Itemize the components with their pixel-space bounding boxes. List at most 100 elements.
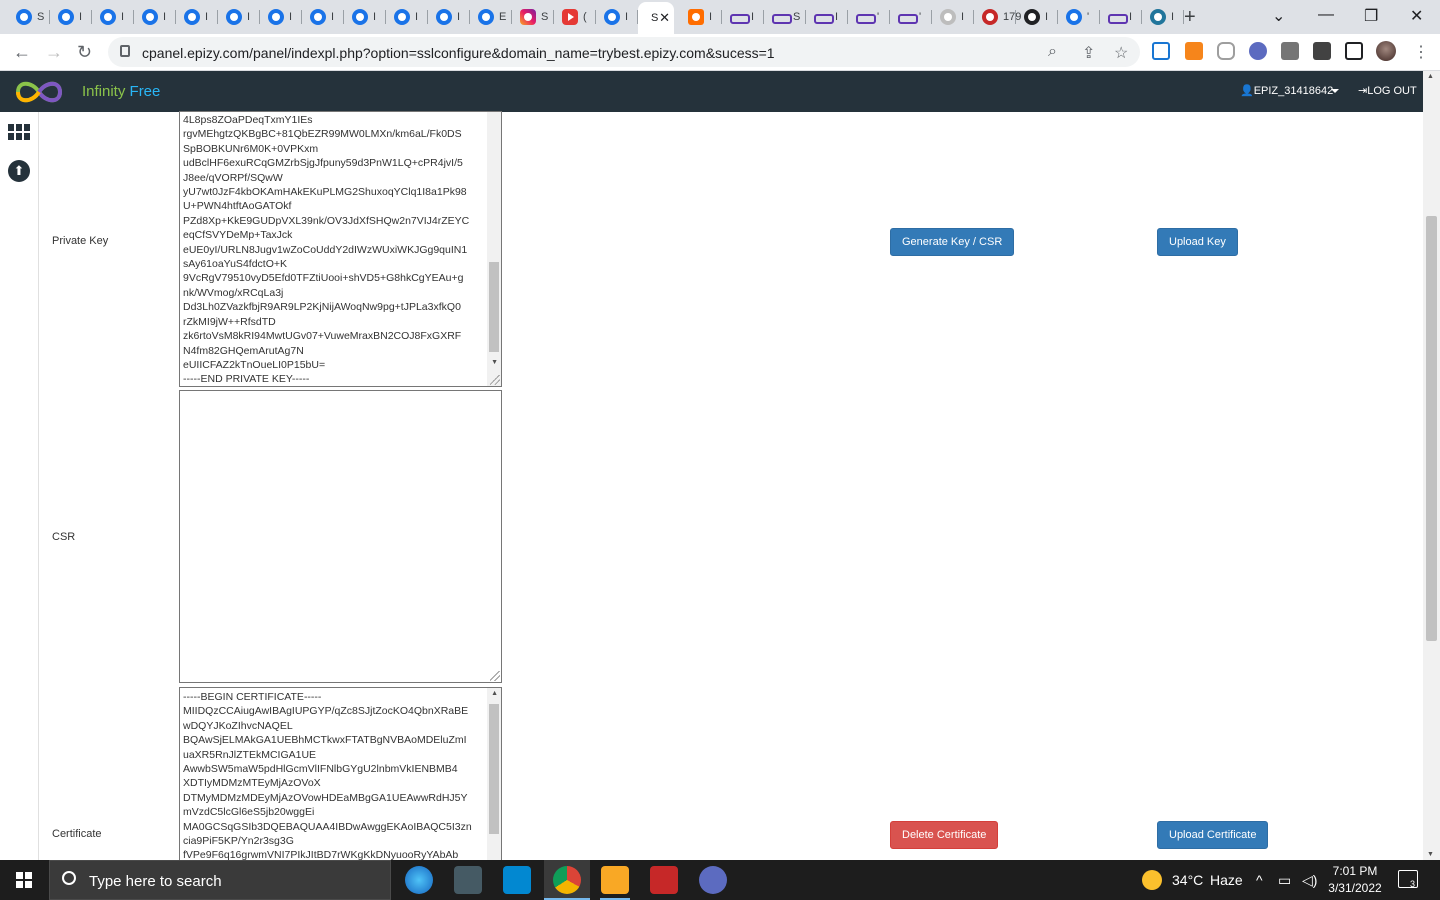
generate-key-csr-button[interactable]: Generate Key / CSR [890, 228, 1015, 256]
browser-tab[interactable]: I [1016, 4, 1058, 30]
extension-n-icon[interactable] [1152, 42, 1170, 60]
certificate-scrollbar[interactable]: ▲ [487, 688, 501, 860]
infinity-logo-icon[interactable] [12, 79, 66, 105]
forward-icon[interactable]: → [45, 42, 63, 63]
new-tab-button[interactable]: + [1184, 6, 1196, 29]
address-bar[interactable]: cpanel.epizy.com/panel/indexpl.php?optio… [108, 37, 1140, 67]
private-key-scrollbar[interactable]: ▼ [487, 112, 501, 386]
close-tab-icon[interactable]: ✕ [659, 10, 670, 26]
youtube-icon [562, 9, 578, 25]
browser-tab[interactable]: I [596, 4, 638, 30]
share-icon[interactable]: ⇪ [1082, 43, 1095, 63]
tray-chevron-icon[interactable]: ^ [1256, 872, 1263, 888]
back-icon[interactable]: ← [13, 42, 31, 63]
browser-tab[interactable]: ' [1058, 4, 1100, 30]
tab-search-icon[interactable]: ⌄ [1272, 6, 1285, 26]
browser-tab[interactable]: I [386, 4, 428, 30]
url-text[interactable]: cpanel.epizy.com/panel/indexpl.php?optio… [142, 45, 775, 61]
resize-handle[interactable] [490, 375, 500, 385]
extension-dots-icon[interactable] [1249, 42, 1267, 60]
certificate-textarea[interactable]: -----BEGIN CERTIFICATE----- MIIDQzCCAiug… [179, 687, 502, 860]
notification-center-icon[interactable]: 3 [1398, 870, 1418, 889]
browser-tab[interactable]: S [8, 4, 50, 30]
taskbar-search[interactable]: Type here to search [49, 860, 391, 900]
browser-tab[interactable]: I [722, 4, 764, 30]
browser-tab[interactable]: I [134, 4, 176, 30]
private-key-textarea[interactable]: 4L8ps8ZOaPDeqTxmY1IEs rgvMEhgtzQKBgBC+81… [179, 111, 502, 387]
browser-tab[interactable]: I [260, 4, 302, 30]
side-panel-icon[interactable] [1345, 42, 1363, 60]
volume-icon[interactable]: ◁) [1302, 872, 1317, 889]
browser-tab[interactable]: S ✕ [638, 2, 674, 34]
restore-button[interactable]: ❐ [1364, 6, 1378, 26]
page-scrollbar-thumb[interactable] [1426, 216, 1437, 641]
upload-key-button[interactable]: Upload Key [1157, 228, 1238, 256]
browser-tab[interactable]: I [344, 4, 386, 30]
private-key-label: Private Key [52, 235, 109, 247]
apps-grid-icon[interactable] [8, 124, 30, 140]
weather-temp[interactable]: 34°C [1172, 872, 1203, 888]
browser-tab[interactable]: ' [890, 4, 932, 30]
browser-tab[interactable]: S [764, 4, 806, 30]
logout-link[interactable]: ⇥LOG OUT [1358, 84, 1417, 97]
weather-icon[interactable] [1142, 870, 1162, 890]
upload-certificate-button[interactable]: Upload Certificate [1157, 821, 1269, 849]
tab-title: ( [583, 11, 587, 23]
user-menu[interactable]: 👤EPIZ_31418642 [1240, 84, 1333, 97]
brand-name[interactable]: Infinity Free [82, 83, 160, 100]
delete-certificate-button[interactable]: Delete Certificate [890, 821, 999, 849]
profile-avatar[interactable] [1376, 41, 1396, 61]
minimize-button[interactable]: — [1318, 6, 1334, 24]
shield-extension-icon[interactable] [1217, 42, 1235, 60]
csr-textarea[interactable] [179, 390, 502, 683]
browser-tab[interactable]: I [50, 4, 92, 30]
file-explorer-icon[interactable] [601, 866, 629, 894]
lock-icon[interactable] [120, 45, 130, 57]
blue-drop-icon [310, 9, 326, 25]
page-scrollbar[interactable]: ▲ ▼ [1423, 71, 1440, 860]
private-key-text[interactable]: 4L8ps8ZOaPDeqTxmY1IEs rgvMEhgtzQKBgBC+81… [180, 113, 501, 386]
tab-title: I [331, 11, 335, 23]
browser-tab[interactable]: ( [554, 4, 596, 30]
close-window-button[interactable]: ✕ [1410, 6, 1423, 26]
vscode-icon[interactable] [503, 866, 531, 894]
filezilla-icon[interactable] [650, 866, 678, 894]
browser-tab[interactable]: I [1142, 4, 1184, 30]
browser-tab[interactable]: I [92, 4, 134, 30]
browser-tab[interactable]: I [302, 4, 344, 30]
extension-box-icon[interactable] [1281, 42, 1299, 60]
scroll-down-arrow[interactable]: ▼ [1427, 851, 1434, 858]
edge-icon[interactable] [405, 866, 433, 894]
chevron-down-icon[interactable] [1331, 89, 1339, 93]
weather-desc[interactable]: Haze [1210, 872, 1243, 888]
tab-title: I [121, 11, 125, 23]
windows-start-icon[interactable] [16, 872, 32, 888]
scroll-up-arrow[interactable]: ▲ [1427, 73, 1434, 80]
browser-tab[interactable]: S [512, 4, 554, 30]
browser-tab[interactable]: I [176, 4, 218, 30]
browser-tab[interactable]: I [1100, 4, 1142, 30]
metamask-icon[interactable] [1185, 42, 1203, 60]
browser-tab[interactable]: 179 [974, 4, 1021, 30]
reload-icon[interactable]: ↻ [77, 42, 92, 63]
browser-tab[interactable]: ' [848, 4, 890, 30]
certificate-text[interactable]: -----BEGIN CERTIFICATE----- MIIDQzCCAiug… [180, 690, 501, 860]
puzzle-extensions-icon[interactable] [1313, 42, 1331, 60]
browser-tab[interactable]: I [428, 4, 470, 30]
bookmark-star-icon[interactable]: ☆ [1114, 43, 1128, 63]
browser-tab[interactable]: I [932, 4, 974, 30]
browser-menu-icon[interactable]: ⋮ [1413, 42, 1429, 62]
discord-icon[interactable] [699, 866, 727, 894]
logout-label: LOG OUT [1367, 85, 1417, 97]
network-icon[interactable]: ▭ [1278, 872, 1291, 889]
store-icon[interactable] [454, 866, 482, 894]
clock[interactable]: 7:01 PM 3/31/2022 [1322, 863, 1388, 897]
resize-handle[interactable] [490, 671, 500, 681]
browser-tab[interactable]: I [680, 4, 722, 30]
upload-icon[interactable]: ⬆ [8, 160, 30, 182]
chrome-icon[interactable] [553, 866, 581, 894]
browser-tab[interactable]: I [218, 4, 260, 30]
browser-tab[interactable]: E [470, 4, 512, 30]
browser-tab[interactable]: I [806, 4, 848, 30]
zoom-icon[interactable]: ⌕ [1048, 43, 1057, 61]
